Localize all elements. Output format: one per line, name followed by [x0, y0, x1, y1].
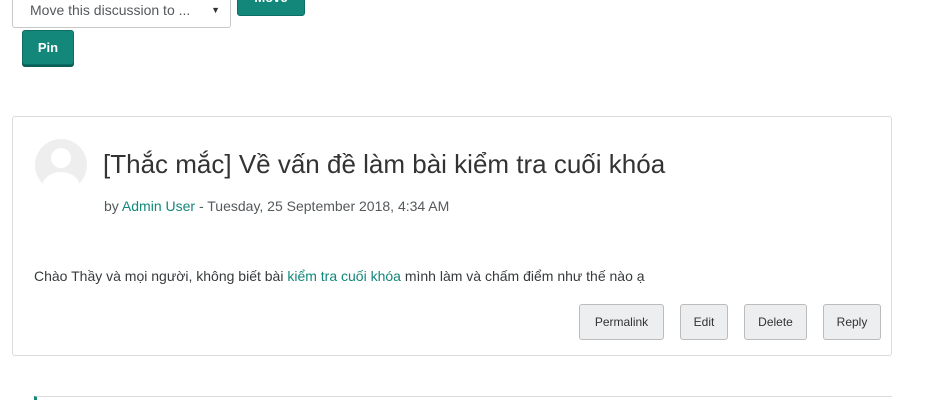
reply-button[interactable]: Reply [823, 304, 881, 340]
forum-post: [Thắc mắc] Về vấn đề làm bài kiểm tra cu… [12, 116, 892, 356]
message-text-after: mình làm và chấm điểm như thế nào ạ [404, 268, 645, 284]
move-button[interactable]: Move [237, 0, 305, 16]
author-link[interactable]: Admin User [122, 198, 195, 214]
caret-down-icon: ▼ [211, 5, 220, 15]
move-discussion-select[interactable]: Move this discussion to ... ▼ [12, 0, 231, 28]
message-link[interactable]: kiểm tra cuối khóa [287, 268, 401, 284]
delete-button[interactable]: Delete [744, 304, 807, 340]
byline-prefix: by [104, 198, 119, 214]
post-title: [Thắc mắc] Về vấn đề làm bài kiểm tra cu… [103, 149, 666, 179]
byline-separator: - [198, 198, 204, 214]
post-message: Chào Thầy và mọi người, không biết bài k… [34, 268, 645, 284]
post-byline: by Admin User - Tuesday, 25 September 20… [104, 198, 449, 214]
move-select-value: Move this discussion to ... [30, 2, 191, 18]
message-text-before: Chào Thầy và mọi người, không biết bài [34, 268, 284, 284]
permalink-button[interactable]: Permalink [579, 304, 664, 340]
user-avatar-icon[interactable] [35, 139, 87, 191]
post-actions: Permalink Edit Delete Reply [579, 304, 881, 340]
pin-button[interactable]: Pin [22, 30, 74, 65]
forum-discussion-page: Move this discussion to ... ▼ Move Pin [… [0, 0, 940, 400]
edit-button[interactable]: Edit [680, 304, 728, 340]
next-post-card [34, 396, 892, 400]
post-date: Tuesday, 25 September 2018, 4:34 AM [207, 198, 450, 214]
